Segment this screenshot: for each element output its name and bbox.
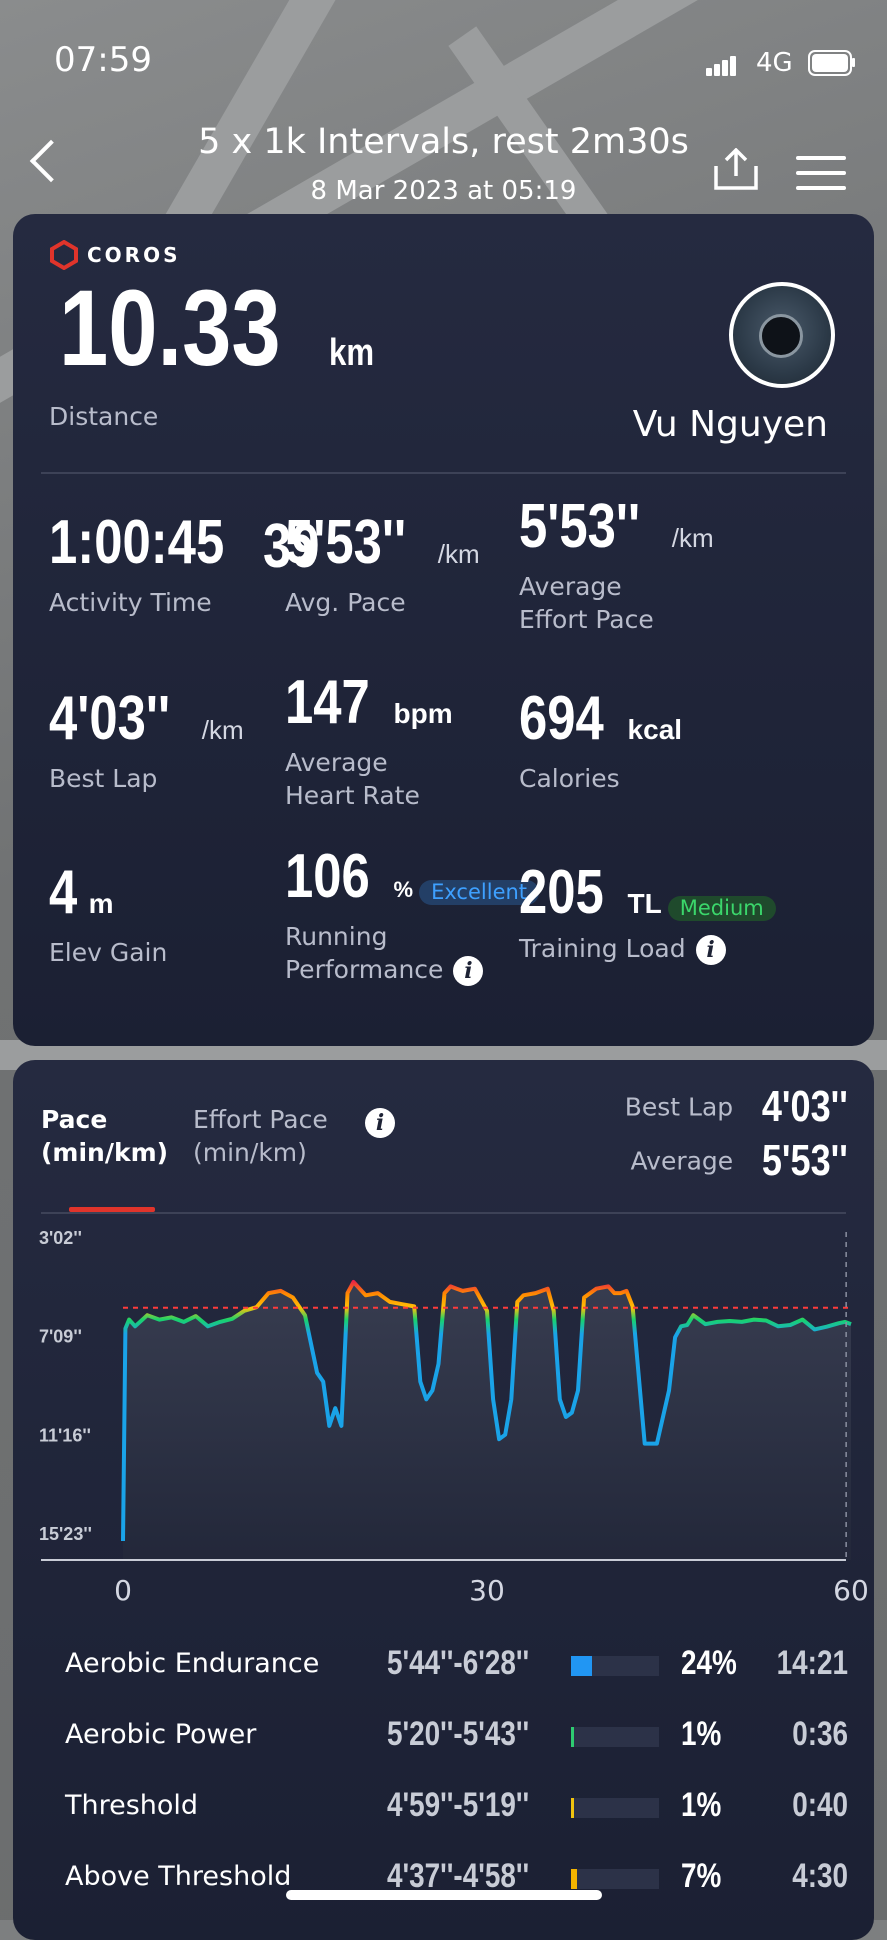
zone-range: 5'20''-5'43'' <box>387 1715 530 1753</box>
avatar[interactable] <box>729 282 835 388</box>
distance-value: 10.33 km <box>59 267 375 388</box>
distance-label: Distance <box>49 402 159 431</box>
stat-avg-pace: 5'53'' /km Avg. Pace <box>285 508 480 618</box>
effort-pace-info-icon[interactable]: i <box>365 1108 395 1138</box>
summary-card: COROS 10.33 km Distance Vu Nguyen 1:00:45… <box>13 214 874 1046</box>
brand-name: COROS <box>87 243 181 267</box>
zone-name: Above Threshold <box>65 1861 292 1892</box>
running-performance-info-icon[interactable]: i <box>453 956 484 986</box>
zone-row: Aerobic Power 5'20''-5'43'' 1% 0:36 <box>13 1709 874 1769</box>
zone-time: 14:21 <box>776 1644 848 1682</box>
y-tick-label: 7'09'' <box>39 1327 82 1347</box>
zone-bar-fill <box>571 1869 578 1889</box>
zone-time: 0:40 <box>792 1786 848 1824</box>
pace-chart[interactable]: 3'02'' 7'09'' 11'16'' 15'23'' 0 30 60 <box>13 1220 874 1660</box>
zone-bar-fill <box>571 1727 574 1747</box>
zone-name: Threshold <box>65 1790 199 1821</box>
user-name: Vu Nguyen <box>632 404 828 445</box>
tab-pace[interactable]: Pace (min/km) <box>41 1104 168 1169</box>
x-tick-label: 30 <box>469 1574 505 1607</box>
stat-elev-gain: 4 m Elev Gain <box>49 858 168 968</box>
share-icon[interactable] <box>712 148 760 192</box>
divider <box>41 472 846 474</box>
battery-icon <box>808 50 852 76</box>
zone-bar-track <box>571 1869 659 1889</box>
stat-avg-effort-pace: 5'53'' /km Average Effort Pace <box>519 492 714 635</box>
tab-effort-pace[interactable]: Effort Pace (min/km) <box>193 1104 328 1169</box>
stat-avg-heart-rate: 147 bpm Average Heart Rate <box>285 668 453 811</box>
zone-bar-fill <box>571 1656 593 1676</box>
divider <box>41 1212 846 1214</box>
stat-calories: 694 kcal Calories <box>519 684 683 794</box>
zone-time: 4:30 <box>792 1857 848 1895</box>
zone-percent: 24% <box>681 1644 737 1682</box>
average-summary: Average 5'53'' <box>630 1136 848 1185</box>
stat-best-lap: 4'03'' /km Best Lap <box>49 684 244 794</box>
zone-percent: 7% <box>681 1857 722 1895</box>
zone-row: Threshold 4'59''-5'19'' 1% 0:40 <box>13 1780 874 1840</box>
signal-icon <box>706 54 742 76</box>
stat-activity-time: 1:00:45 39 Activity Time <box>49 508 320 618</box>
zone-name: Aerobic Power <box>65 1719 257 1750</box>
menu-icon[interactable] <box>796 156 846 201</box>
pace-card: Pace (min/km) Effort Pace (min/km) i Bes… <box>13 1060 874 1940</box>
zone-row: Aerobic Endurance 5'44''-6'28'' 24% 14:21 <box>13 1638 874 1698</box>
coros-logo: COROS <box>49 240 181 270</box>
zone-range: 4'59''-5'19'' <box>387 1786 530 1824</box>
coros-logo-icon <box>50 240 78 270</box>
zone-bar-track <box>571 1727 659 1747</box>
zone-percent: 1% <box>681 1786 722 1824</box>
status-bar: 07:59 4G <box>0 0 887 120</box>
training-load-badge: Medium <box>667 896 776 921</box>
zone-bar-track <box>571 1798 659 1818</box>
zone-time: 0:36 <box>792 1715 848 1753</box>
x-tick-label: 0 <box>114 1574 132 1607</box>
zone-name: Aerobic Endurance <box>65 1648 320 1679</box>
zone-range: 5'44''-6'28'' <box>387 1644 530 1682</box>
zone-percent: 1% <box>681 1715 722 1753</box>
stat-training-load: 205 TL Medium Training Load i <box>519 862 859 965</box>
y-tick-label: 15'23'' <box>39 1524 92 1544</box>
clock: 07:59 <box>54 40 152 80</box>
zone-row: Above Threshold 4'37''-4'58'' 7% 4:30 <box>13 1851 874 1911</box>
zone-bar-fill <box>571 1798 574 1818</box>
zone-bar-track <box>571 1656 659 1676</box>
home-indicator <box>286 1890 602 1900</box>
x-tick-label: 60 <box>833 1574 869 1607</box>
network-type: 4G <box>756 48 793 78</box>
training-load-info-icon[interactable]: i <box>695 935 726 965</box>
best-lap-summary: Best Lap 4'03'' <box>624 1082 848 1131</box>
y-tick-label: 3'02'' <box>39 1228 82 1248</box>
y-tick-label: 11'16'' <box>39 1425 91 1445</box>
